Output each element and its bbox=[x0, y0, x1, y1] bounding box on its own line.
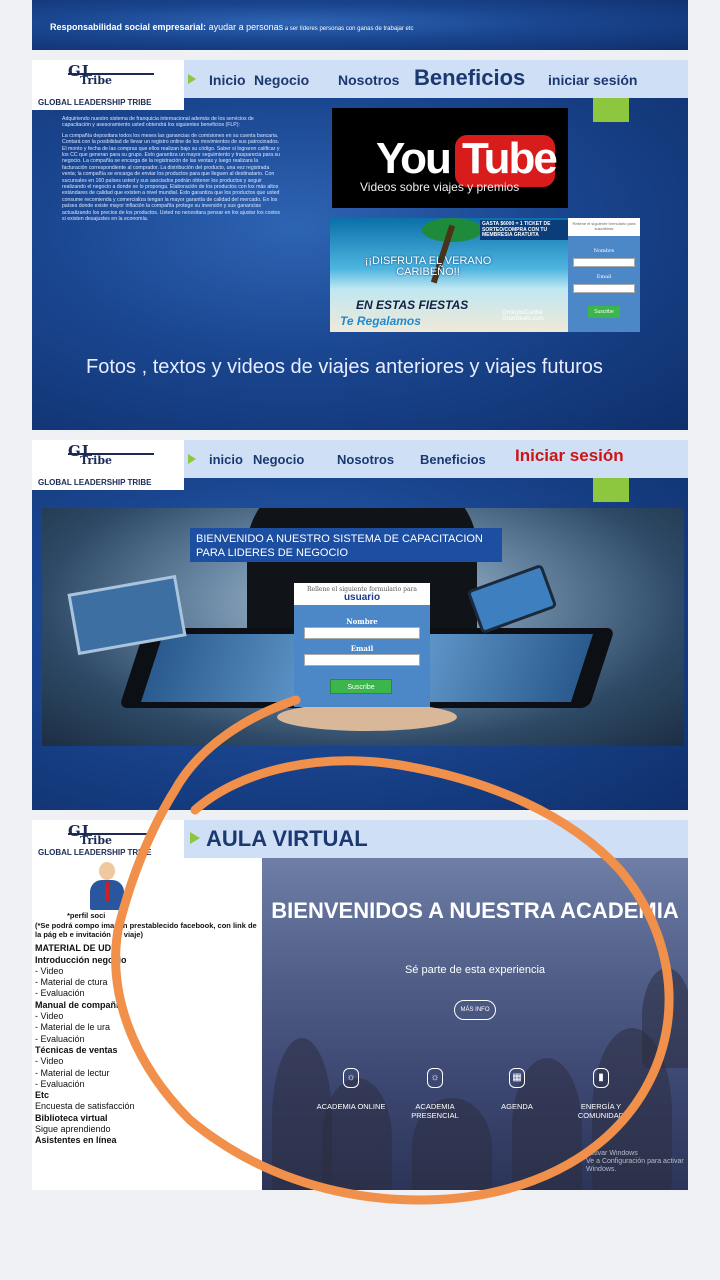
outline-item: - Evaluación bbox=[35, 988, 85, 999]
name-field[interactable] bbox=[573, 258, 635, 267]
youtube-video-thumb[interactable]: You Tube Videos sobre viajes y premios bbox=[332, 108, 568, 208]
outline-item: - Video bbox=[35, 965, 64, 976]
name-label: Nombre bbox=[346, 617, 378, 626]
nav-inicio[interactable]: Inicio bbox=[209, 72, 246, 88]
outline-item: Encuesta de satisfacción bbox=[35, 1101, 135, 1112]
benefits-slide: GL Tribe GLOBAL LEADERSHIP TRIBE Inicio N… bbox=[32, 60, 688, 430]
feature-academia-presencial[interactable]: ☼ ACADEMIA PRESENCIAL bbox=[400, 1068, 470, 1120]
name-label: Nombre bbox=[593, 248, 615, 254]
outline-item: - Material de ctura bbox=[35, 977, 108, 988]
main-nav: inicio Negocio Nosotros Beneficios Inici… bbox=[184, 440, 688, 478]
youtube-caption: Videos sobre viajes y premios bbox=[360, 180, 520, 194]
nav-nosotros[interactable]: Nosotros bbox=[338, 72, 399, 88]
feature-energia-comunidad[interactable]: ▮ ENERGÍA Y COMUNIDAD bbox=[566, 1068, 636, 1120]
academia-subtitle: Sé parte de esta experiencia bbox=[404, 964, 546, 976]
logo-tagline: GLOBAL LEADERSHIP TRIBE bbox=[38, 848, 152, 857]
green-accent-square bbox=[593, 98, 629, 122]
email-label: Email bbox=[596, 274, 612, 280]
nav-arrow-icon bbox=[188, 74, 196, 84]
gl-tribe-logo[interactable]: GL Tribe GLOBAL LEADERSHIP TRIBE bbox=[32, 440, 184, 490]
social-responsibility-banner: Responsabilidad social empresarial: ayud… bbox=[32, 0, 688, 50]
promo-site: Ocoruto/Caribe GranDeals.com bbox=[502, 310, 544, 322]
lightbulb-icon: ☼ bbox=[343, 1068, 359, 1088]
feature-agenda[interactable]: ▦ AGENDA bbox=[482, 1068, 552, 1111]
nav-negocio[interactable]: Negocio bbox=[254, 72, 309, 88]
promo-regalamos: Te Regalamos bbox=[340, 314, 421, 328]
promo-badge: GASTA $6000 = 1 TICKET DE SORTEO/COMPRA … bbox=[480, 220, 568, 240]
nav-negocio[interactable]: Negocio bbox=[253, 452, 304, 467]
social-responsibility-text: Responsabilidad social empresarial: ayud… bbox=[50, 22, 414, 32]
outline-item: - Evaluación bbox=[35, 1078, 85, 1089]
form-header: Rellene el siguiente formulario para sus… bbox=[568, 218, 640, 236]
outline-list: MATERIAL DE UDIO Introducción negocio - Vi… bbox=[35, 943, 260, 1146]
promo-headline: ¡¡DISFRUTA EL VERANO CARIBEÑO!! bbox=[364, 255, 492, 278]
course-outline: *perfil soci (*Se podrá compo imagen pre… bbox=[35, 910, 260, 1147]
battery-icon: ▮ bbox=[593, 1068, 609, 1088]
phone-icon bbox=[466, 563, 558, 635]
perfil-note: (*Se podrá compo imagen prestablecido fa… bbox=[35, 921, 257, 940]
promo-fiestas: EN ESTAS FIESTAS bbox=[356, 298, 469, 312]
subscribe-form-small: Rellene el siguiente formulario para sus… bbox=[568, 218, 640, 332]
subscribe-button[interactable]: Suscribe bbox=[330, 679, 392, 694]
gl-tribe-logo[interactable]: GL Tribe GLOBAL LEADERSHIP TRIBE bbox=[32, 820, 184, 860]
calendar-icon: ▦ bbox=[509, 1068, 525, 1088]
aula-virtual-title: AULA VIRTUAL bbox=[206, 826, 368, 851]
aula-virtual-slide: GL Tribe GLOBAL LEADERSHIP TRIBE AULA VIR… bbox=[32, 820, 688, 1190]
outline-item: Introducción negocio bbox=[35, 954, 127, 965]
green-accent-square bbox=[593, 478, 629, 502]
lightbulb-icon: ☼ bbox=[427, 1068, 443, 1088]
main-nav: Inicio Negocio Nosotros Beneficios inici… bbox=[184, 60, 688, 98]
benefits-text: Adquiriendo nuestro sistema de franquici… bbox=[62, 116, 280, 223]
outline-item: Asistentes en línea bbox=[35, 1135, 117, 1146]
outline-item: Manual de compañía bbox=[35, 999, 124, 1010]
nav-beneficios[interactable]: Beneficios bbox=[414, 65, 525, 91]
logo-tagline: GLOBAL LEADERSHIP TRIBE bbox=[38, 478, 152, 487]
welcome-slide: GL Tribe GLOBAL LEADERSHIP TRIBE inicio N… bbox=[32, 440, 688, 810]
fotos-caption: Fotos , textos y videos de viajes anteri… bbox=[86, 356, 603, 378]
academia-title: BIENVENIDOS A NUESTRA ACADEMIA bbox=[271, 898, 679, 923]
form-header: Rellene el siguiente formulario para usu… bbox=[294, 583, 430, 605]
outline-item: Biblioteca virtual bbox=[35, 1112, 108, 1123]
windows-activation-watermark: Activar Windows Ve a Configuración para a… bbox=[586, 1150, 684, 1173]
nav-beneficios[interactable]: Beneficios bbox=[420, 452, 486, 467]
caribbean-promo-banner[interactable]: GASTA $6000 = 1 TICKET DE SORTEO/COMPRA … bbox=[330, 218, 570, 332]
avatar-icon[interactable] bbox=[90, 862, 124, 912]
email-field[interactable] bbox=[304, 654, 420, 666]
email-label: Email bbox=[350, 644, 374, 653]
outline-item: Etc bbox=[35, 1090, 50, 1101]
outline-item: - Video bbox=[35, 1056, 64, 1067]
outline-item: - Material de le ura bbox=[35, 1022, 111, 1033]
outline-item: - Evaluación bbox=[35, 1033, 85, 1044]
aula-virtual-header: AULA VIRTUAL bbox=[184, 820, 688, 858]
email-field[interactable] bbox=[573, 284, 635, 293]
name-field[interactable] bbox=[304, 627, 420, 639]
feature-academia-online[interactable]: ☼ ACADEMIA ONLINE bbox=[316, 1068, 386, 1111]
logo-tagline: GLOBAL LEADERSHIP TRIBE bbox=[38, 98, 152, 107]
outline-item: - Video bbox=[35, 1011, 64, 1022]
nav-iniciar-sesion[interactable]: iniciar sesión bbox=[548, 72, 637, 88]
more-info-button[interactable]: MÁS INFO bbox=[454, 1000, 496, 1020]
outline-item: - Material de lectur bbox=[35, 1067, 110, 1078]
nav-inicio[interactable]: inicio bbox=[209, 452, 243, 467]
nav-nosotros[interactable]: Nosotros bbox=[337, 452, 394, 467]
welcome-banner: BIENVENIDO A NUESTRO SISTEMA DE CAPACITA… bbox=[190, 528, 502, 562]
perfil-label: *perfil soci bbox=[67, 911, 106, 920]
gl-tribe-logo[interactable]: GL Tribe GLOBAL LEADERSHIP TRIBE bbox=[32, 60, 184, 110]
outline-item: Técnicas de ventas bbox=[35, 1044, 118, 1055]
user-subscribe-form: Rellene el siguiente formulario para usu… bbox=[294, 583, 430, 707]
nav-iniciar-sesion[interactable]: Iniciar sesión bbox=[515, 446, 624, 466]
nav-arrow-icon bbox=[188, 454, 196, 464]
nav-arrow-icon bbox=[190, 832, 200, 844]
outline-item: Sigue aprendiendo bbox=[35, 1124, 111, 1135]
outline-item: MATERIAL DE UDIO bbox=[35, 943, 121, 954]
academia-banner: BIENVENIDOS A NUESTRA ACADEMIA Sé parte … bbox=[262, 858, 688, 1190]
subscribe-button[interactable]: Suscribe bbox=[588, 306, 620, 318]
